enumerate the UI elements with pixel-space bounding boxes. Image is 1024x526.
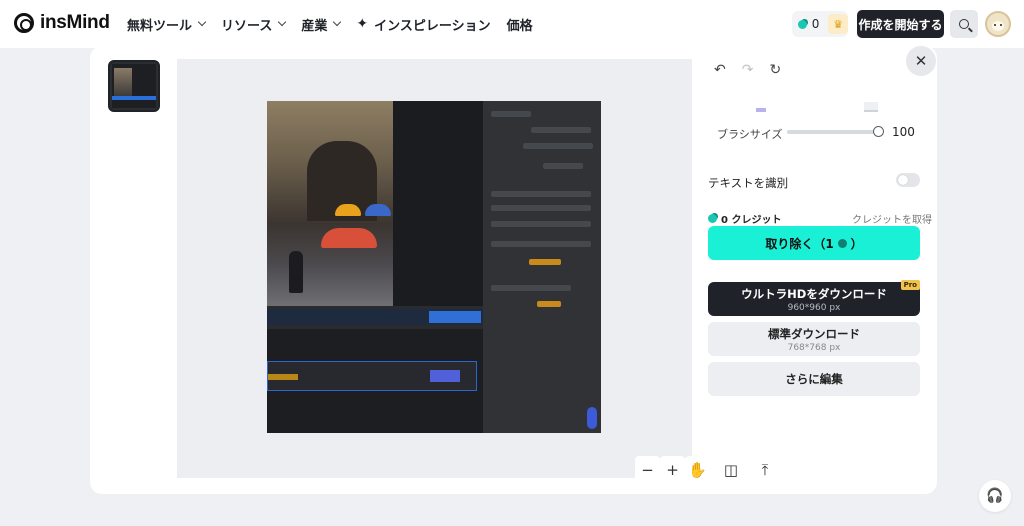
start-creating-button[interactable]: 作成を開始する	[857, 10, 944, 38]
brush-size-label: ブラシサイズ	[717, 128, 783, 141]
image-preview[interactable]	[267, 101, 601, 433]
credit-count: 0	[811, 17, 820, 31]
brush-size-slider-thumb[interactable]	[873, 126, 884, 137]
redo-icon[interactable]: ↷	[742, 62, 754, 78]
stop-button	[430, 370, 460, 382]
preview-toolbar	[267, 309, 483, 325]
avatar[interactable]	[985, 11, 1011, 37]
zoom-group: − + ✋	[635, 456, 711, 484]
pro-badge: Pro	[900, 280, 920, 290]
brush-preview	[714, 92, 919, 116]
search-button[interactable]	[950, 10, 978, 38]
brush-large-icon	[864, 102, 878, 112]
nav-label: 産業	[301, 18, 328, 34]
remove-button-label: 取り除く（1	[765, 236, 834, 251]
brand-name: insMind	[40, 12, 110, 33]
thumbnail-preview	[112, 64, 156, 108]
logo-icon	[14, 13, 34, 33]
preview-settings-panel	[483, 101, 601, 433]
settings-row	[491, 221, 591, 227]
gem-icon	[837, 238, 847, 248]
settings-row	[531, 127, 591, 133]
search-icon	[959, 19, 969, 29]
settings-row	[491, 205, 591, 211]
ocr-label: テキストを識別	[708, 176, 789, 190]
compare-icon[interactable]: ◫	[717, 456, 745, 484]
image-thumbnail[interactable]	[108, 60, 160, 112]
remove-button[interactable]: 取り除く（1 ）	[708, 226, 920, 260]
credit-line: 0 クレジット	[708, 211, 781, 226]
nav-item-resources[interactable]: リソース	[221, 15, 287, 34]
download-standard-button[interactable]: 標準ダウンロード 768*768 px	[708, 322, 920, 356]
editor-card: − + ✋ ◫ ⤒ ✕ ↶ ↷ ↻ ブラシサイズ 100 テキストを識別 0 ク…	[90, 46, 937, 494]
close-icon[interactable]: ✕	[906, 46, 936, 76]
brand-logo[interactable]: insMind	[14, 12, 110, 34]
remove-button-suffix: ）	[850, 236, 863, 251]
download-hd-size: 960*960 px	[787, 302, 841, 313]
chevron-down-icon	[278, 17, 287, 27]
zoom-out-icon[interactable]: −	[635, 456, 660, 484]
settings-row	[537, 301, 561, 307]
crown-icon[interactable]: ♛	[828, 14, 848, 34]
settings-row	[491, 285, 571, 291]
upload-icon[interactable]: ⤒	[751, 456, 779, 484]
headset-support-icon[interactable]: 🎧	[979, 480, 1011, 512]
brush-small-icon	[756, 108, 766, 112]
umbrella-red	[321, 228, 377, 248]
nav-item-free-tools[interactable]: 無料ツール	[127, 15, 207, 34]
person-silhouette	[289, 251, 303, 293]
credits-label: 0 クレジット	[721, 215, 782, 226]
get-credits-link[interactable]: クレジットを取得	[852, 211, 932, 226]
credit-balance[interactable]: 0 ♛	[792, 11, 848, 37]
settings-row	[529, 259, 561, 265]
gem-icon	[708, 214, 717, 223]
undo-icon[interactable]: ↶	[714, 62, 726, 78]
hand-pan-icon[interactable]: ✋	[685, 456, 710, 484]
settings-row	[543, 163, 583, 169]
history-controls: ↶ ↷ ↻	[714, 62, 781, 78]
download-hd-label: ウルトラHDをダウンロード	[741, 286, 887, 301]
brush-size-slider[interactable]	[787, 130, 880, 134]
top-navigation: insMind 無料ツール リソース 産業 ✦ インスピレーション 価格 0 ♛ …	[0, 0, 1024, 48]
nav-item-pricing[interactable]: 価格	[507, 15, 533, 34]
zoom-in-icon[interactable]: +	[660, 456, 685, 484]
nav-label: リソース	[221, 18, 273, 34]
umbrella-yellow	[335, 204, 361, 216]
canvas-area[interactable]: − + ✋ ◫ ⤒	[177, 59, 779, 484]
settings-row	[491, 191, 591, 197]
timeline-selection	[267, 361, 477, 391]
ocr-toggle[interactable]	[896, 173, 920, 187]
settings-row	[523, 143, 593, 149]
zoom-toolbar: − + ✋ ◫ ⤒	[635, 456, 779, 484]
nav-label: 価格	[506, 18, 533, 34]
chevron-down-icon	[333, 17, 342, 27]
more-edit-button[interactable]: さらに編集	[708, 362, 920, 396]
task-button	[429, 311, 481, 323]
reset-icon[interactable]: ↻	[769, 62, 781, 78]
preview-dark-panel	[393, 101, 483, 306]
nav-label: 無料ツール	[127, 18, 193, 34]
brush-size-value: 100	[892, 125, 915, 139]
sparkle-icon: ✦	[356, 16, 369, 32]
main-nav: 無料ツール リソース 産業 ✦ インスピレーション 価格	[127, 0, 533, 48]
settings-row	[491, 111, 531, 117]
umbrella-blue	[365, 204, 391, 216]
chevron-down-icon	[197, 17, 207, 27]
street-photo	[267, 101, 393, 306]
preview-badge	[587, 407, 597, 429]
download-standard-size: 768*768 px	[787, 342, 841, 353]
preview-timeline	[267, 329, 483, 433]
download-standard-label: 標準ダウンロード	[768, 326, 860, 341]
download-hd-button[interactable]: Pro ウルトラHDをダウンロード 960*960 px	[708, 280, 920, 316]
nav-label: インスピレーション	[374, 18, 491, 34]
timeline-clip	[268, 374, 298, 380]
nav-item-inspiration[interactable]: ✦ インスピレーション	[356, 15, 490, 34]
gem-icon	[798, 19, 807, 29]
nav-item-industry[interactable]: 産業	[301, 15, 342, 34]
settings-row	[491, 241, 591, 247]
